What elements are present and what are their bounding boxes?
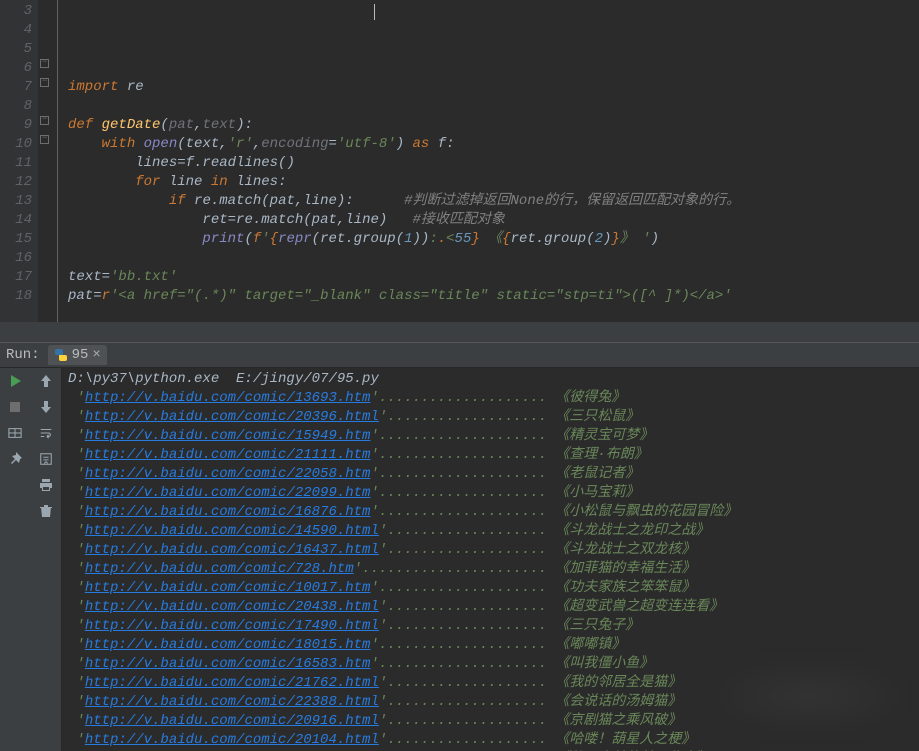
text-cursor bbox=[374, 4, 375, 20]
line-number: 16 bbox=[0, 249, 32, 268]
code-line[interactable]: ret=re.match(pat,line) #接收匹配对象 bbox=[68, 211, 919, 230]
console-output[interactable]: D:\py37\python.exe E:/jingy/07/95.py 'ht… bbox=[62, 368, 919, 751]
url-link[interactable]: http://v.baidu.com/comic/22099.htm bbox=[85, 485, 371, 501]
code-line[interactable]: text='bb.txt' bbox=[68, 268, 919, 287]
line-number: 3 bbox=[0, 2, 32, 21]
line-number: 8 bbox=[0, 97, 32, 116]
console-line: 'http://v.baidu.com/comic/13693.htm'....… bbox=[68, 389, 919, 408]
fold-toggle[interactable] bbox=[40, 116, 49, 125]
run-config-name: 95 bbox=[72, 347, 89, 363]
console-line: 'http://v.baidu.com/comic/22388.html'...… bbox=[68, 693, 919, 712]
url-link[interactable]: http://v.baidu.com/comic/15949.htm bbox=[85, 428, 371, 444]
url-link[interactable]: http://v.baidu.com/comic/14590.html bbox=[85, 523, 379, 539]
code-line[interactable] bbox=[68, 97, 919, 116]
console-line: 'http://v.baidu.com/comic/16583.htm'....… bbox=[68, 655, 919, 674]
console-line: 'http://v.baidu.com/comic/21111.htm'....… bbox=[68, 446, 919, 465]
code-line[interactable]: print(f'{repr(ret.group(1)):.<55} 《{ret.… bbox=[68, 230, 919, 249]
console-line: 'http://v.baidu.com/comic/15949.htm'....… bbox=[68, 427, 919, 446]
console-line: 'http://v.baidu.com/comic/22058.htm'....… bbox=[68, 465, 919, 484]
line-number: 17 bbox=[0, 268, 32, 287]
url-link[interactable]: http://v.baidu.com/comic/18015.htm bbox=[85, 637, 371, 653]
console-line: 'http://v.baidu.com/comic/14590.html'...… bbox=[68, 522, 919, 541]
console-line: 'http://v.baidu.com/comic/18015.htm'....… bbox=[68, 636, 919, 655]
code-line[interactable]: for line in lines: bbox=[68, 173, 919, 192]
line-number-gutter: 3456789101112131415161718 bbox=[0, 0, 38, 322]
layout-icon[interactable] bbox=[6, 424, 24, 442]
code-content[interactable]: import re def getDate(pat,text): with op… bbox=[58, 0, 919, 322]
code-line[interactable]: with open(text,'r',encoding='utf-8') as … bbox=[68, 135, 919, 154]
code-line[interactable] bbox=[68, 306, 919, 322]
scroll-icon[interactable] bbox=[37, 450, 55, 468]
fold-toggle[interactable] bbox=[40, 59, 49, 68]
line-number: 7 bbox=[0, 78, 32, 97]
fold-toggle[interactable] bbox=[40, 78, 49, 87]
run-tool-header: Run: 95 × bbox=[0, 342, 919, 368]
url-link[interactable]: http://v.baidu.com/comic/16583.htm bbox=[85, 656, 371, 672]
code-line[interactable]: pat=r'<a href="(.*)" target="_blank" cla… bbox=[68, 287, 919, 306]
code-line[interactable]: def getDate(pat,text): bbox=[68, 116, 919, 135]
url-link[interactable]: http://v.baidu.com/comic/20396.html bbox=[85, 409, 379, 425]
fold-column[interactable] bbox=[38, 0, 58, 322]
line-number: 13 bbox=[0, 192, 32, 211]
line-number: 5 bbox=[0, 40, 32, 59]
line-number: 9 bbox=[0, 116, 32, 135]
python-icon bbox=[54, 348, 68, 362]
line-number: 11 bbox=[0, 154, 32, 173]
console-line: 'http://v.baidu.com/comic/20916.html'...… bbox=[68, 712, 919, 731]
line-number: 14 bbox=[0, 211, 32, 230]
run-sidebar bbox=[0, 368, 62, 751]
code-line[interactable]: import re bbox=[68, 78, 919, 97]
console-line: 'http://v.baidu.com/comic/21762.html'...… bbox=[68, 674, 919, 693]
line-number: 10 bbox=[0, 135, 32, 154]
console-line: 'http://v.baidu.com/comic/20104.html'...… bbox=[68, 731, 919, 750]
line-number: 6 bbox=[0, 59, 32, 78]
console-header: D:\py37\python.exe E:/jingy/07/95.py bbox=[68, 370, 919, 389]
close-icon[interactable]: × bbox=[92, 347, 100, 363]
url-link[interactable]: http://v.baidu.com/comic/13693.htm bbox=[85, 390, 371, 406]
code-line[interactable]: lines=f.readlines() bbox=[68, 154, 919, 173]
code-editor[interactable]: 3456789101112131415161718 import re def … bbox=[0, 0, 919, 322]
console-line: 'http://v.baidu.com/comic/16876.htm'....… bbox=[68, 503, 919, 522]
run-config-tab[interactable]: 95 × bbox=[48, 345, 107, 365]
console-line: 'http://v.baidu.com/comic/16437.html'...… bbox=[68, 541, 919, 560]
url-link[interactable]: http://v.baidu.com/comic/20104.html bbox=[85, 732, 379, 748]
url-link[interactable]: http://v.baidu.com/comic/17490.html bbox=[85, 618, 379, 634]
line-number: 15 bbox=[0, 230, 32, 249]
console-line: 'http://v.baidu.com/comic/20396.html'...… bbox=[68, 408, 919, 427]
url-link[interactable]: http://v.baidu.com/comic/22388.html bbox=[85, 694, 379, 710]
url-link[interactable]: http://v.baidu.com/comic/728.htm bbox=[85, 561, 354, 577]
console-line: 'http://v.baidu.com/comic/17490.html'...… bbox=[68, 617, 919, 636]
url-link[interactable]: http://v.baidu.com/comic/20438.html bbox=[85, 599, 379, 615]
fold-toggle[interactable] bbox=[40, 135, 49, 144]
url-link[interactable]: http://v.baidu.com/comic/16876.htm bbox=[85, 504, 371, 520]
url-link[interactable]: http://v.baidu.com/comic/22058.htm bbox=[85, 466, 371, 482]
console-line: 'http://v.baidu.com/comic/22099.htm'....… bbox=[68, 484, 919, 503]
line-number: 12 bbox=[0, 173, 32, 192]
splitter[interactable] bbox=[0, 322, 919, 342]
pin-icon[interactable] bbox=[6, 450, 24, 468]
stop-icon[interactable] bbox=[6, 398, 24, 416]
code-line[interactable]: if re.match(pat,line): #判断过滤掉返回None的行，保留… bbox=[68, 192, 919, 211]
console-line: 'http://v.baidu.com/comic/728.htm'......… bbox=[68, 560, 919, 579]
line-number: 4 bbox=[0, 21, 32, 40]
url-link[interactable]: http://v.baidu.com/comic/21111.htm bbox=[85, 447, 371, 463]
url-link[interactable]: http://v.baidu.com/comic/21762.html bbox=[85, 675, 379, 691]
url-link[interactable]: http://v.baidu.com/comic/16437.html bbox=[85, 542, 379, 558]
url-link[interactable]: http://v.baidu.com/comic/10017.htm bbox=[85, 580, 371, 596]
line-number: 18 bbox=[0, 287, 32, 306]
run-label: Run: bbox=[6, 347, 40, 363]
trash-icon[interactable] bbox=[37, 502, 55, 520]
wrap-icon[interactable] bbox=[37, 424, 55, 442]
console-line: 'http://v.baidu.com/comic/20438.html'...… bbox=[68, 598, 919, 617]
rerun-icon[interactable] bbox=[6, 372, 24, 390]
code-line[interactable] bbox=[68, 249, 919, 268]
up-arrow-icon[interactable] bbox=[37, 372, 55, 390]
url-link[interactable]: http://v.baidu.com/comic/20916.html bbox=[85, 713, 379, 729]
down-arrow-icon[interactable] bbox=[37, 398, 55, 416]
console-line: 'http://v.baidu.com/comic/10017.htm'....… bbox=[68, 579, 919, 598]
code-line[interactable] bbox=[68, 59, 919, 78]
print-icon[interactable] bbox=[37, 476, 55, 494]
